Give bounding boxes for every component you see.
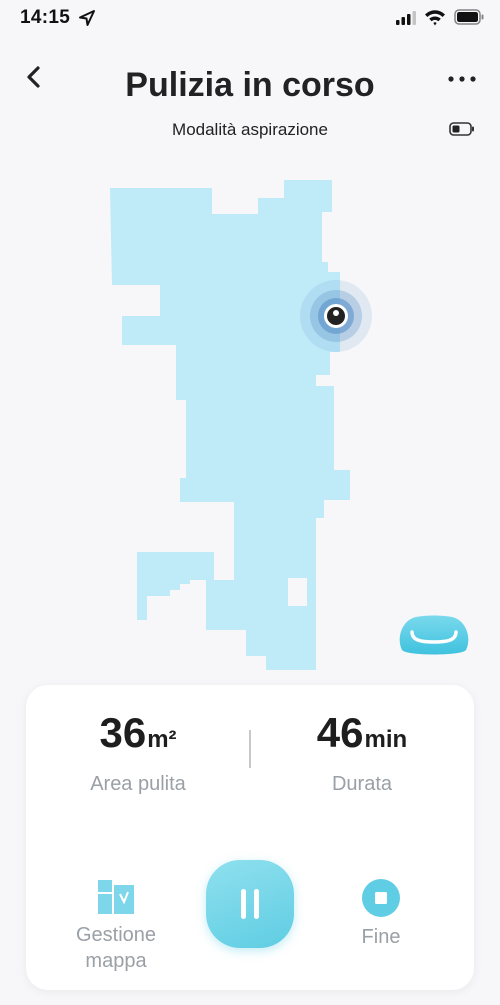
pause-icon [241,889,259,919]
area-label: Area pulita [90,773,186,795]
cellular-signal-icon [396,11,416,25]
dock-station-icon[interactable] [396,612,472,658]
cleaning-mode-label: Modalità aspirazione [172,120,328,139]
wifi-icon [425,10,445,26]
stop-label: Fine [361,926,401,948]
page-title: Pulizia in corso [125,66,375,104]
location-arrow-icon [79,10,95,26]
map-management-button[interactable]: Gestione mappa [66,880,166,974]
obstacle [288,578,307,606]
map-management-label: Gestione mappa [75,924,157,972]
stop-icon [362,879,400,917]
more-options-button[interactable] [446,74,478,84]
robot-position-icon [300,280,372,352]
map-management-icon [98,880,134,914]
cleaned-area [110,180,350,670]
duration-unit: min [364,726,408,753]
battery-icon [454,9,484,25]
duration-stat: 46min Durata [250,709,474,796]
cleaning-summary-card: 36m² Area pulita 46min Durata Gestione m… [26,685,474,990]
area-cleaned-stat: 36m² Area pulita [26,709,250,796]
cleaning-map[interactable] [0,160,500,690]
status-bar: 14:15 [0,0,500,36]
area-unit: m² [147,726,177,753]
pause-button[interactable] [206,860,294,948]
stop-button[interactable]: Fine [336,878,426,950]
status-time: 14:15 [20,7,71,28]
area-value: 36 [99,709,147,756]
robot-battery-icon [449,122,474,136]
duration-label: Durata [331,773,393,795]
duration-value: 46 [316,709,364,756]
